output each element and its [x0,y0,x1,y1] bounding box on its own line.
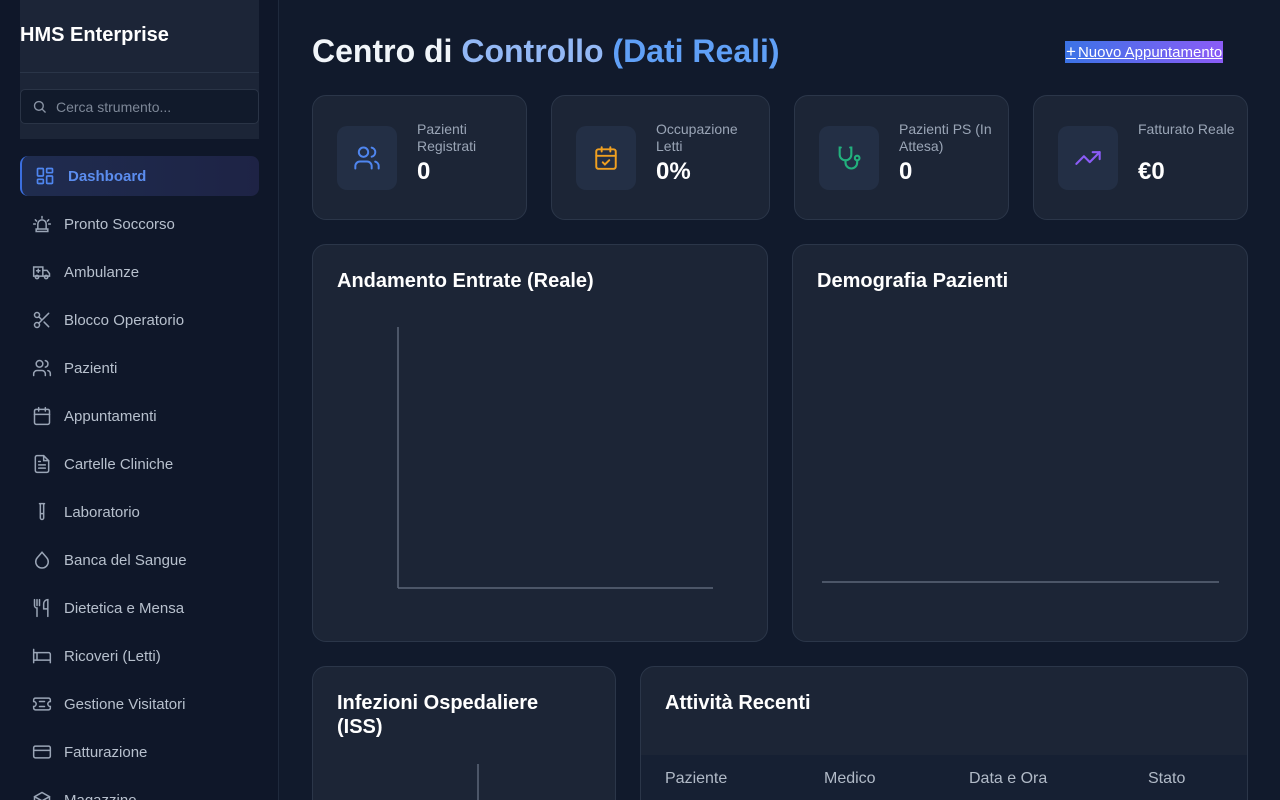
sidebar-item-ricoveri[interactable]: Ricoveri (Letti) [20,636,259,676]
recent-activity-panel: Attività Recenti Paziente Medico Data e … [640,666,1248,800]
new-appointment-button[interactable]: + Nuovo Appuntamento [1065,41,1224,63]
stat-label: Fatturato Reale [1138,121,1235,137]
sidebar-item-fatturazione[interactable]: Fatturazione [20,732,259,772]
users-icon [354,146,380,170]
column-header-status[interactable]: Stato [1148,770,1185,788]
stat-label: Pazienti Registrati [417,121,477,154]
users-icon [32,358,52,378]
scissors-icon [32,310,52,330]
sidebar-item-pazienti[interactable]: Pazienti [20,348,259,388]
search-input[interactable] [56,98,246,115]
new-appointment-label: Nuovo Appuntamento [1077,43,1223,61]
sidebar-item-label: Banca del Sangue [64,551,187,569]
brand-block: HMS Enterprise [20,0,259,139]
page-title: Centro di Controllo (Dati Reali) [312,33,780,70]
utensils-icon [32,598,52,618]
test-tube-icon [32,502,52,522]
sidebar-item-ambulanze[interactable]: Ambulanze [20,252,259,292]
sidebar-item-label: Appuntamenti [64,407,157,425]
sidebar-item-label: Dietetica e Mensa [64,599,185,617]
sidebar-item-label: Pronto Soccorso [64,215,175,233]
package-icon [32,790,52,800]
dashboard-icon [35,166,55,186]
sidebar-item-label: Gestione Visitatori [64,695,186,713]
trending-up-icon [1075,151,1101,165]
credit-card-icon [32,742,52,762]
title-suffix: (Dati Reali) [603,33,780,69]
sidebar-item-label: Laboratorio [64,503,140,521]
stat-value: 0 [417,158,431,185]
infections-chart-panel: Infezioni Ospedaliere (ISS) [312,666,616,800]
sidebar-item-dashboard[interactable]: Dashboard [20,156,259,196]
stethoscope-icon [838,146,861,170]
sidebar-item-label: Ricoveri (Letti) [64,647,161,665]
revenue-chart [397,327,713,589]
search-box[interactable] [20,89,259,124]
sidebar-item-label: Cartelle Cliniche [64,455,174,473]
stat-card-er: Pazienti PS (In Attesa) 0 [794,95,1009,220]
calendar-icon [32,406,52,426]
sidebar-item-pronto-soccorso[interactable]: Pronto Soccorso [20,204,259,244]
stat-icon-box [337,126,397,190]
stat-icon-box [1058,126,1118,190]
stat-label: Pazienti PS (In Attesa) [899,121,992,154]
sidebar-item-blocco-operatorio[interactable]: Blocco Operatorio [20,300,259,340]
droplet-icon [32,550,52,570]
sidebar-item-label: Ambulanze [64,263,140,281]
demographics-chart-panel: Demografia Pazienti [792,244,1248,642]
column-header-datetime[interactable]: Data e Ora [969,770,1047,788]
stat-card-revenue: Fatturato Reale €0 [1033,95,1248,220]
stat-label: Occupazione Letti [656,121,738,154]
title-part: Centro di [312,33,462,69]
search-icon [33,100,46,113]
sidebar: HMS Enterprise Dashboard Pronto Soccorso… [0,0,279,800]
sidebar-item-visitatori[interactable]: Gestione Visitatori [20,684,259,724]
sidebar-item-appuntamenti[interactable]: Appuntamenti [20,396,259,436]
divider [20,72,259,73]
sidebar-item-label: Magazzino [64,791,137,800]
sidebar-item-dietetica[interactable]: Dietetica e Mensa [20,588,259,628]
sidebar-item-label: Blocco Operatorio [64,311,185,329]
panel-title: Attività Recenti [665,692,811,714]
stat-icon-box [819,126,879,190]
title-highlight: Controllo [461,33,604,69]
demographics-chart [822,581,1219,583]
calendar-check-icon [595,146,617,170]
sidebar-item-banca-del-sangue[interactable]: Banca del Sangue [20,540,259,580]
revenue-chart-panel: Andamento Entrate (Reale) [312,244,768,642]
sidebar-item-cartelle-cliniche[interactable]: Cartelle Cliniche [20,444,259,484]
column-header-doctor[interactable]: Medico [824,770,876,788]
sidebar-nav: Dashboard Pronto Soccorso Ambulanze Bloc… [20,156,259,800]
stat-value: 0% [656,158,691,185]
sidebar-item-label: Dashboard [68,167,147,185]
stat-icon-box [576,126,636,190]
ticket-icon [32,694,52,714]
sidebar-item-magazzino[interactable]: Magazzino [20,780,259,800]
column-header-patient[interactable]: Paziente [665,770,727,788]
sidebar-item-laboratorio[interactable]: Laboratorio [20,492,259,532]
stat-value: 0 [899,158,913,185]
table-header: Paziente Medico Data e Ora Stato [641,755,1247,800]
app-title: HMS Enterprise [20,24,169,46]
stat-value: €0 [1138,158,1165,185]
siren-icon [32,214,52,234]
infections-chart [477,764,479,800]
stat-card-beds: Occupazione Letti 0% [551,95,770,220]
plus-icon: + [1066,42,1076,61]
ambulance-icon [32,262,52,282]
file-text-icon [32,454,52,474]
sidebar-item-label: Pazienti [64,359,118,377]
sidebar-item-label: Fatturazione [64,743,148,761]
stat-card-patients: Pazienti Registrati 0 [312,95,527,220]
bed-icon [32,646,52,666]
